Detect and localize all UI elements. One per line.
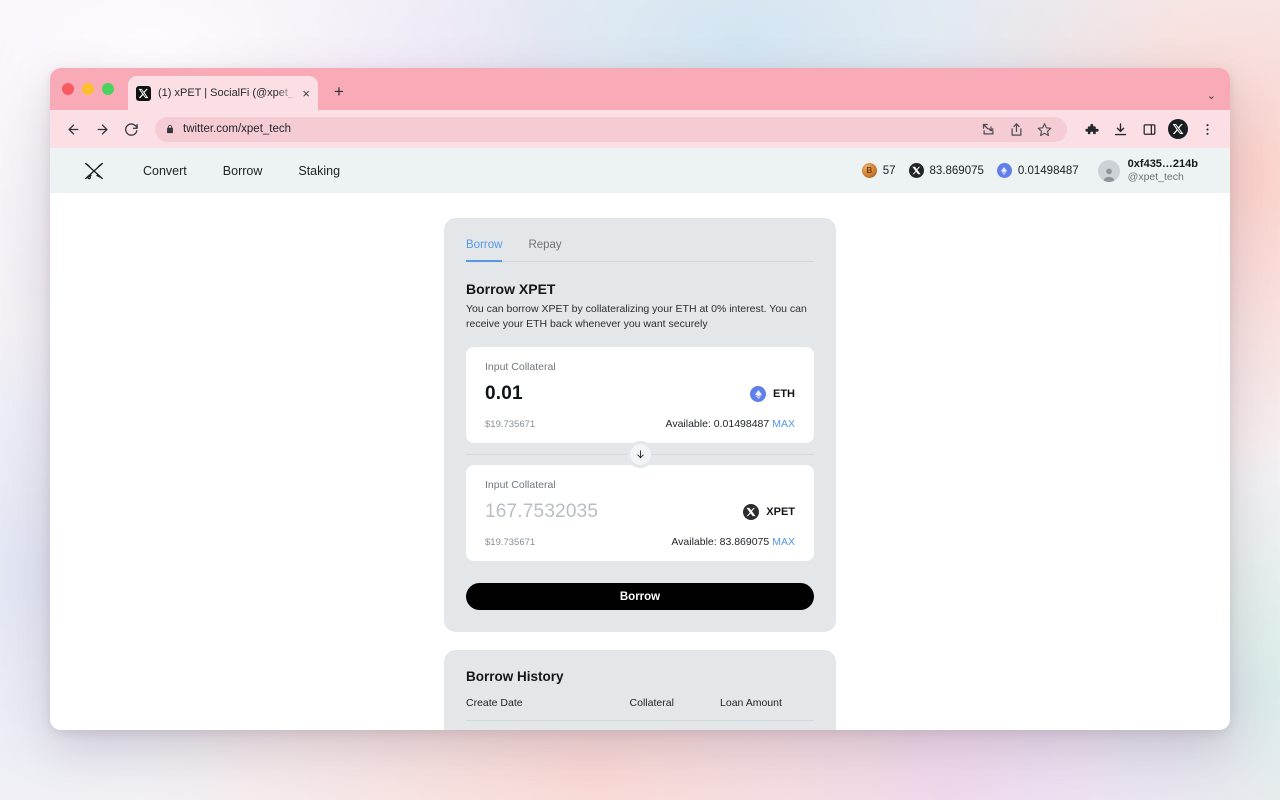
header-right-section: B 57 83.869075 0.01498487 bbox=[862, 157, 1198, 185]
xpet-coin-icon bbox=[909, 163, 924, 178]
close-window-button[interactable] bbox=[62, 83, 74, 95]
lock-icon bbox=[165, 124, 175, 134]
window-controls bbox=[62, 83, 114, 95]
collateral-available-label: Available: 0.01498487 bbox=[666, 418, 770, 430]
x-logo-icon bbox=[136, 86, 151, 101]
eth-token-icon bbox=[750, 386, 766, 402]
minimize-window-button[interactable] bbox=[82, 83, 94, 95]
eth-coin-icon bbox=[997, 163, 1012, 178]
row-collateral: 0.005 bbox=[630, 721, 720, 730]
downloads-icon[interactable] bbox=[1107, 116, 1133, 142]
browser-tab[interactable]: (1) xPET | SocialFi (@xpet_tech × bbox=[128, 76, 318, 110]
collateral-input-box: Input Collateral 0.01 ETH $19.7356 bbox=[466, 347, 814, 443]
main-content: Borrow Repay Borrow XPET You can borrow … bbox=[50, 193, 1230, 730]
borrow-token-symbol: XPET bbox=[766, 506, 795, 518]
table-header-row: Create Date Collateral Loan Amount bbox=[466, 697, 814, 721]
close-tab-button[interactable]: × bbox=[302, 87, 310, 100]
borrow-repay-tabs: Borrow Repay bbox=[466, 239, 814, 262]
page-viewport: Convert Borrow Staking B 57 83.869075 bbox=[50, 148, 1230, 730]
page-title: Borrow XPET bbox=[466, 281, 814, 297]
app-nav: Convert Borrow Staking bbox=[143, 164, 340, 178]
borrow-max-button[interactable]: MAX bbox=[772, 536, 795, 548]
app-header: Convert Borrow Staking B 57 83.869075 bbox=[50, 148, 1230, 193]
borrow-available: Available: 83.869075MAX bbox=[671, 536, 795, 548]
borrow-card: Borrow Repay Borrow XPET You can borrow … bbox=[444, 218, 836, 632]
collateral-available: Available: 0.01498487MAX bbox=[666, 418, 796, 430]
borrow-available-label: Available: 83.869075 bbox=[671, 536, 769, 548]
borrow-token-selector[interactable]: XPET bbox=[743, 504, 795, 520]
swap-divider bbox=[466, 443, 814, 465]
chrome-menu-icon[interactable] bbox=[1194, 116, 1220, 142]
collateral-amount-input[interactable]: 0.01 bbox=[485, 383, 523, 405]
row-loan-amount: 83.869075 bbox=[720, 721, 814, 730]
browser-tabstrip: (1) xPET | SocialFi (@xpet_tech × + ⌄ bbox=[50, 68, 1230, 110]
point-coin-icon: B bbox=[862, 163, 877, 178]
swap-inputs: Input Collateral 0.01 ETH $19.7356 bbox=[466, 347, 814, 561]
arrow-down-icon[interactable] bbox=[630, 444, 651, 465]
balance-eth-value: 0.01498487 bbox=[1018, 165, 1079, 177]
browser-window: (1) xPET | SocialFi (@xpet_tech × + ⌄ tw… bbox=[50, 68, 1230, 730]
side-panel-icon[interactable] bbox=[1136, 116, 1162, 142]
new-tab-button[interactable]: + bbox=[334, 82, 344, 102]
avatar bbox=[1098, 160, 1120, 182]
borrow-amount-input[interactable]: 167.7532035 bbox=[485, 501, 598, 523]
balance-points-value: 57 bbox=[883, 165, 896, 177]
borrow-input-label: Input Collateral bbox=[485, 479, 795, 491]
tab-borrow[interactable]: Borrow bbox=[466, 239, 502, 262]
nav-item-staking[interactable]: Staking bbox=[298, 164, 340, 178]
browser-toolbar: twitter.com/xpet_tech bbox=[50, 110, 1230, 148]
row-create-date: 11/17/2023, 15:02:52 bbox=[466, 721, 630, 730]
collateral-max-button[interactable]: MAX bbox=[772, 418, 795, 430]
address-bar[interactable]: twitter.com/xpet_tech bbox=[155, 117, 1067, 142]
share-icon[interactable] bbox=[1003, 116, 1029, 142]
table-row: 11/17/2023, 15:02:52 0.005 bbox=[466, 721, 814, 730]
tab-repay[interactable]: Repay bbox=[528, 239, 561, 262]
borrow-input-box: Input Collateral 167.7532035 XPET bbox=[466, 465, 814, 561]
divider-line-left bbox=[466, 454, 630, 455]
balance-xpet-value: 83.869075 bbox=[930, 165, 984, 177]
account-address: 0xf435…214b bbox=[1128, 157, 1198, 171]
balance-points[interactable]: B 57 bbox=[862, 163, 896, 178]
browser-tab-title: (1) xPET | SocialFi (@xpet_tech bbox=[158, 87, 295, 99]
nav-item-convert[interactable]: Convert bbox=[143, 164, 187, 178]
nav-item-borrow[interactable]: Borrow bbox=[223, 164, 263, 178]
page-description: You can borrow XPET by collateralizing y… bbox=[466, 302, 814, 332]
collateral-token-selector[interactable]: ETH bbox=[750, 386, 795, 402]
maximize-window-button[interactable] bbox=[102, 83, 114, 95]
column-loan-amount: Loan Amount bbox=[720, 697, 814, 721]
install-icon[interactable] bbox=[975, 116, 1001, 142]
borrow-history-table: Create Date Collateral Loan Amount 11/17… bbox=[466, 697, 814, 730]
borrow-history-card: Borrow History Create Date Collateral Lo… bbox=[444, 650, 836, 730]
borrow-history-title: Borrow History bbox=[466, 669, 814, 684]
borrow-usd-value: $19.735671 bbox=[485, 537, 535, 548]
column-create-date: Create Date bbox=[466, 697, 630, 721]
back-icon[interactable] bbox=[60, 116, 86, 142]
address-bar-url: twitter.com/xpet_tech bbox=[183, 123, 291, 135]
collateral-usd-value: $19.735671 bbox=[485, 419, 535, 430]
divider-line-right bbox=[651, 454, 815, 455]
column-collateral: Collateral bbox=[630, 697, 720, 721]
forward-icon[interactable] bbox=[89, 116, 115, 142]
account-handle: @xpet_tech bbox=[1128, 171, 1198, 185]
collateral-input-label: Input Collateral bbox=[485, 361, 795, 373]
tab-list-chevron-down-icon[interactable]: ⌄ bbox=[1207, 89, 1216, 102]
borrow-submit-button[interactable]: Borrow bbox=[466, 583, 814, 610]
balance-eth[interactable]: 0.01498487 bbox=[997, 163, 1079, 178]
balance-xpet[interactable]: 83.869075 bbox=[909, 163, 984, 178]
bookmark-star-icon[interactable] bbox=[1031, 116, 1057, 142]
xpet-logo-icon[interactable] bbox=[82, 159, 106, 183]
collateral-token-symbol: ETH bbox=[773, 388, 795, 400]
extensions-puzzle-icon[interactable] bbox=[1078, 116, 1104, 142]
account-menu[interactable]: 0xf435…214b @xpet_tech bbox=[1098, 157, 1198, 185]
xpet-token-icon bbox=[743, 504, 759, 520]
profile-avatar-icon[interactable] bbox=[1165, 116, 1191, 142]
reload-icon[interactable] bbox=[118, 116, 144, 142]
